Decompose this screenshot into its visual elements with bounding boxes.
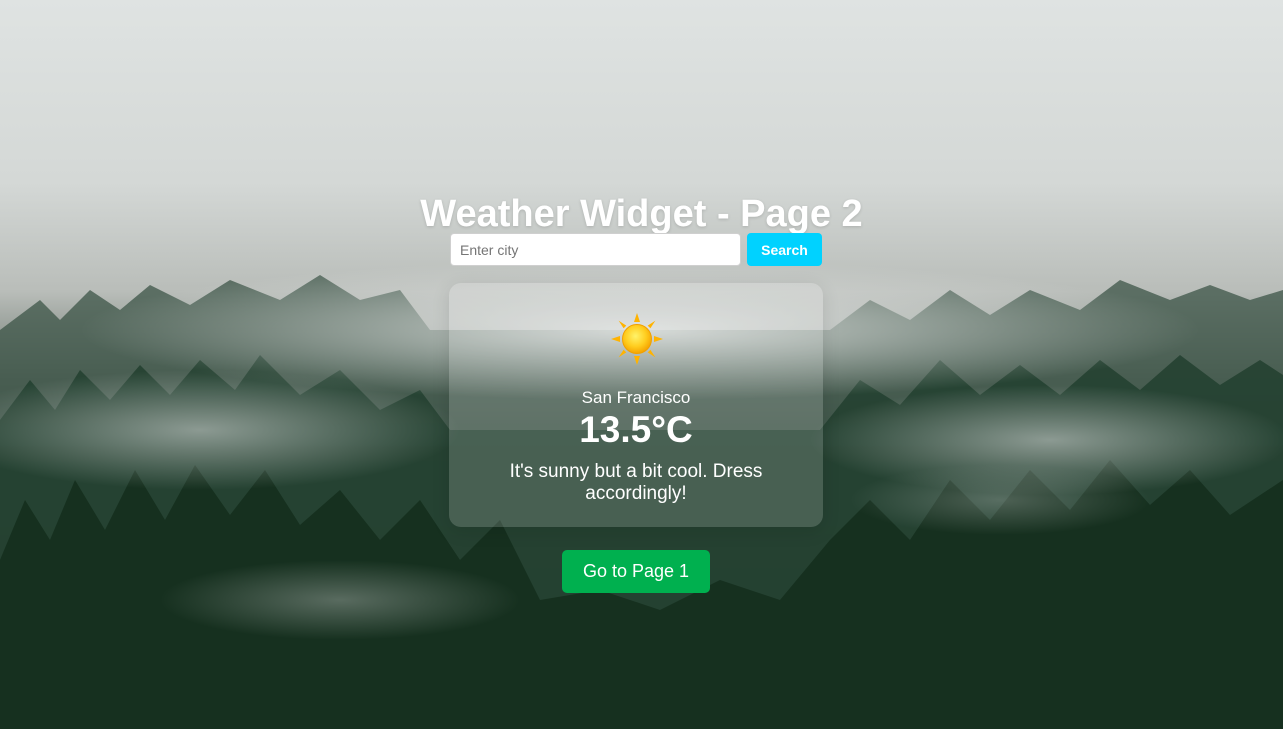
weather-advice: It's sunny but a bit cool. Dress accordi… (509, 461, 763, 504)
sun-icon (611, 313, 663, 365)
city-search-input[interactable] (450, 233, 741, 266)
page-title: Weather Widget - Page 2 (420, 193, 863, 236)
temperature-value: 13.5°C (579, 409, 693, 450)
city-name: San Francisco (581, 388, 691, 407)
go-to-page-1-button[interactable]: Go to Page 1 (562, 550, 710, 593)
search-button[interactable]: Search (747, 233, 822, 266)
app-window: Weather Widget - Page 2 Search San Franc… (0, 0, 1283, 729)
